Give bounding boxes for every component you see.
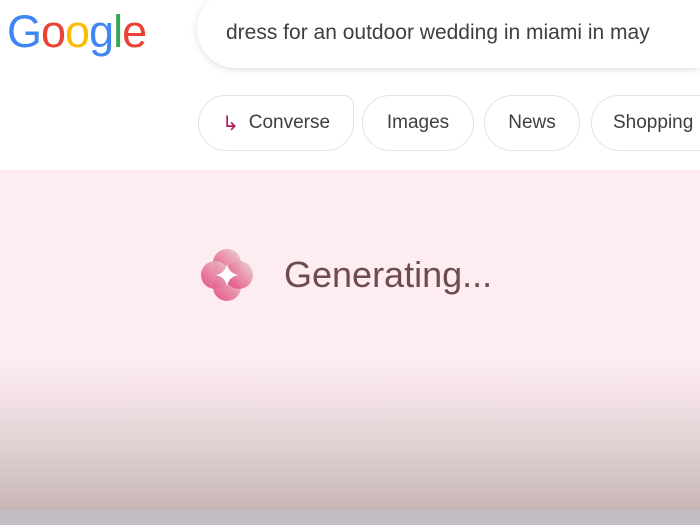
gemini-sparkle-icon <box>201 249 253 301</box>
chip-shopping[interactable]: Shopping <box>591 95 700 151</box>
chip-label: Shopping <box>613 112 694 133</box>
chip-label: Converse <box>248 112 331 133</box>
chip-converse[interactable]: ↳ Converse <box>198 95 354 151</box>
google-logo[interactable]: Google <box>7 6 147 58</box>
generating-status: Generating... <box>284 254 493 295</box>
chip-news[interactable]: News <box>484 95 580 151</box>
generating-indicator: Generating... <box>198 246 492 304</box>
search-input[interactable]: dress for an outdoor wedding in miami in… <box>197 0 700 68</box>
header: Google dress for an outdoor wedding in m… <box>0 0 700 170</box>
chip-label: News <box>508 112 556 133</box>
bottom-bar <box>0 510 700 525</box>
chip-label: Images <box>386 112 450 133</box>
chip-images[interactable]: Images <box>362 95 474 151</box>
arrow-turn-right-icon: ↳ <box>221 112 239 135</box>
ai-overview-panel <box>0 170 700 510</box>
